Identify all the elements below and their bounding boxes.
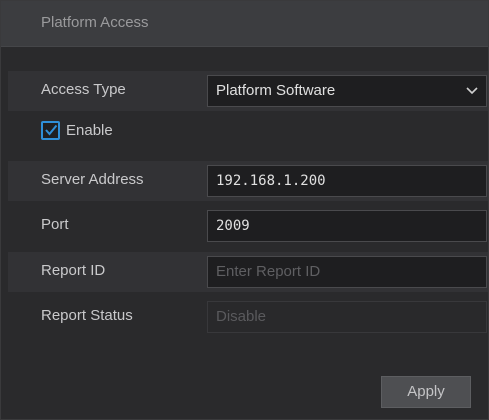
enable-row: Enable (8, 112, 488, 152)
server-address-row: Server Address 192.168.1.200 (8, 161, 488, 201)
enable-label[interactable]: Enable (66, 122, 113, 139)
report-status-row: Report Status Disable (8, 297, 488, 337)
platform-access-panel: Platform Access Access Type Platform Sof… (0, 0, 489, 420)
panel-title-bar: Platform Access (1, 1, 488, 47)
access-type-label: Access Type (41, 81, 126, 98)
enable-checkbox[interactable] (41, 121, 60, 140)
port-input[interactable]: 2009 (207, 210, 487, 242)
report-id-input[interactable] (216, 263, 486, 280)
apply-button[interactable]: Apply (381, 376, 471, 408)
server-address-input[interactable]: 192.168.1.200 (207, 165, 487, 197)
chevron-down-icon (466, 76, 478, 117)
report-id-field (207, 256, 487, 288)
access-type-select[interactable]: Platform Software (207, 75, 487, 107)
report-id-row: Report ID (8, 252, 488, 292)
access-type-value: Platform Software (216, 82, 336, 99)
checkmark-icon (45, 124, 58, 136)
report-id-label: Report ID (41, 262, 106, 279)
port-row: Port 2009 (8, 206, 488, 246)
server-address-label: Server Address (41, 171, 144, 188)
report-status-label: Report Status (41, 307, 133, 324)
report-status-field: Disable (207, 301, 487, 333)
panel-title: Platform Access (41, 14, 149, 31)
port-label: Port (41, 216, 69, 233)
access-type-row: Access Type Platform Software (8, 71, 488, 111)
